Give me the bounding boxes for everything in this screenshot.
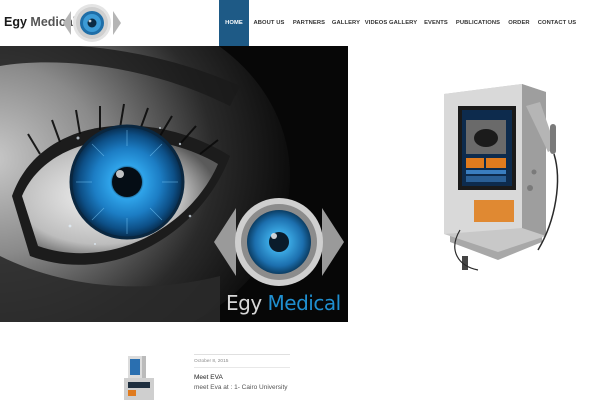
nav-publications[interactable]: PUBLICATIONS bbox=[453, 0, 503, 46]
site-header: Egy Medical HOME ABOUT US PARTNERS GALLE… bbox=[0, 0, 600, 46]
main-nav: HOME ABOUT US PARTNERS GALLERY VIDEOS GA… bbox=[219, 0, 579, 46]
hero-eye-artwork bbox=[0, 46, 348, 322]
news-thumbnail-image[interactable] bbox=[122, 352, 160, 400]
nav-about-us[interactable]: ABOUT US bbox=[249, 0, 289, 46]
hero-brand-medical: Medical bbox=[261, 291, 342, 315]
nav-gallery[interactable]: GALLERY bbox=[329, 0, 363, 46]
nav-videos-gallery[interactable]: VIDEOS GALLERY bbox=[363, 0, 419, 46]
hero-slider-image: Egy Medical bbox=[0, 46, 348, 322]
news-date: October 8, 2015 bbox=[194, 359, 229, 364]
logo-word-egy: Egy bbox=[4, 15, 27, 29]
news-excerpt: meet Eva at : 1- Cairo University bbox=[194, 384, 288, 391]
ultrasound-device-image bbox=[444, 84, 559, 271]
news-item: October 8, 2015 Meet EVA meet Eva at : 1… bbox=[194, 354, 290, 391]
hero-brand-egy: Egy bbox=[226, 291, 262, 315]
news-divider-top bbox=[194, 354, 290, 355]
nav-events[interactable]: EVENTS bbox=[419, 0, 453, 46]
nav-contact-us[interactable]: CONTACT US bbox=[535, 0, 579, 46]
nav-home[interactable]: HOME bbox=[219, 0, 249, 46]
news-divider bbox=[194, 367, 290, 368]
news-title-link[interactable]: Meet EVA bbox=[194, 374, 290, 381]
nav-partners[interactable]: PARTNERS bbox=[289, 0, 329, 46]
nav-order[interactable]: ORDER bbox=[503, 0, 535, 46]
eye-logo-icon bbox=[63, 4, 121, 42]
hero-brand-text: Egy Medical bbox=[226, 291, 341, 315]
site-logo[interactable]: Egy Medical bbox=[4, 2, 122, 44]
